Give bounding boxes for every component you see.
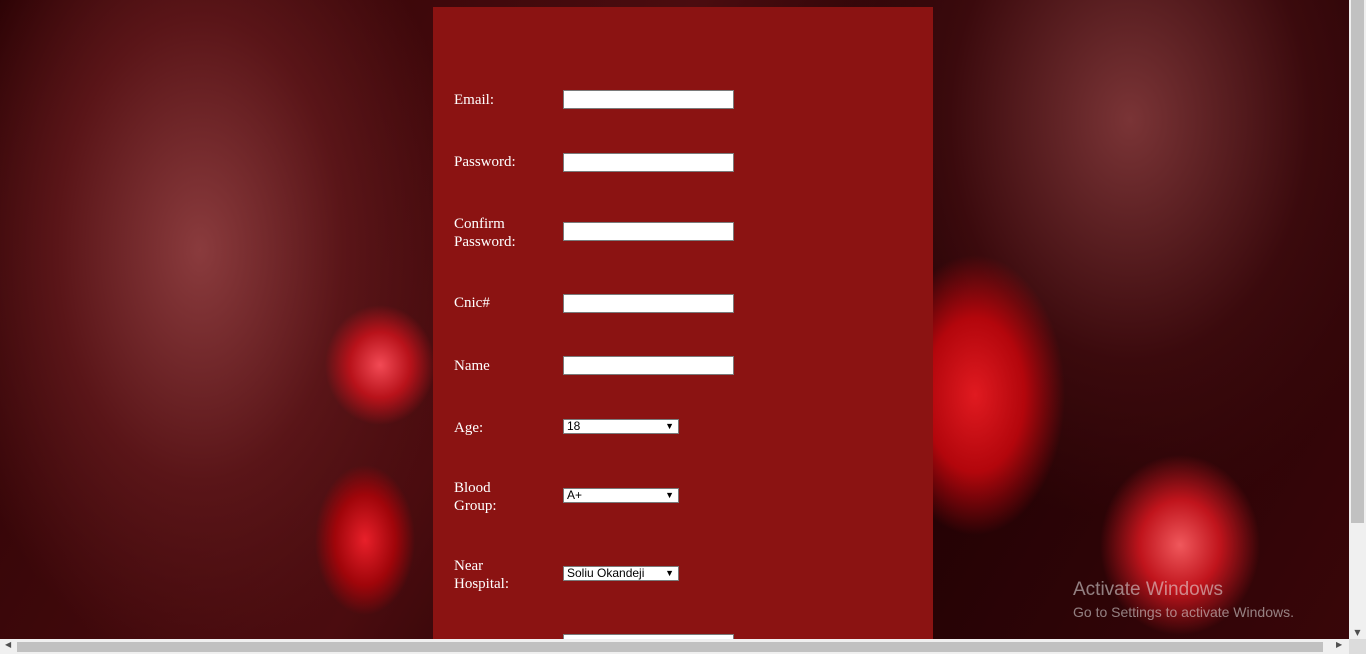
- confirm-password-input[interactable]: [563, 222, 734, 241]
- watermark-title: Activate Windows: [1073, 579, 1223, 600]
- blood-group-select[interactable]: A+ ▼: [563, 488, 679, 503]
- hospital-label-line1: Near: [454, 558, 484, 574]
- vertical-scrollbar[interactable]: ▼: [1349, 0, 1366, 639]
- hospital-label: Near Hospital:: [454, 557, 554, 593]
- password-label: Password:: [454, 154, 516, 170]
- vertical-scrollbar-thumb[interactable]: [1351, 0, 1364, 523]
- scroll-down-arrow-icon[interactable]: ▼: [1349, 628, 1366, 637]
- blood-group-label-line1: Blood: [454, 480, 491, 496]
- blood-group-select-value: A+: [567, 488, 583, 502]
- dropdown-arrow-icon: ▼: [665, 421, 674, 431]
- scrollbar-corner: [1349, 639, 1366, 654]
- blood-group-label-line2: Group:: [454, 498, 497, 514]
- dropdown-arrow-icon: ▼: [665, 568, 674, 578]
- name-label: Name: [454, 358, 490, 374]
- scroll-left-arrow-icon[interactable]: ◀: [5, 640, 11, 649]
- cnic-input[interactable]: [563, 294, 734, 313]
- registration-form-panel: Email: Password: Confirm Password: Cnic#…: [433, 7, 933, 653]
- activate-windows-watermark: Activate Windows Go to Settings to activ…: [1073, 579, 1294, 621]
- hospital-label-line2: Hospital:: [454, 576, 509, 592]
- dropdown-arrow-icon: ▼: [665, 490, 674, 500]
- age-label: Age:: [454, 420, 484, 436]
- confirm-password-label-line2: Password:: [454, 234, 516, 250]
- cnic-label: Cnic#: [454, 295, 490, 311]
- horizontal-scrollbar[interactable]: ◀ ▶: [0, 639, 1349, 654]
- age-select[interactable]: 18 ▼: [563, 419, 679, 434]
- password-input[interactable]: [563, 153, 734, 172]
- watermark-subtitle: Go to Settings to activate Windows.: [1073, 604, 1294, 620]
- blood-group-label: Blood Group:: [454, 479, 554, 515]
- horizontal-scrollbar-thumb[interactable]: [17, 642, 1323, 652]
- scroll-right-arrow-icon[interactable]: ▶: [1336, 640, 1342, 649]
- age-select-value: 18: [567, 419, 581, 433]
- confirm-password-label: Confirm Password:: [454, 215, 554, 251]
- name-input[interactable]: [563, 356, 734, 375]
- hospital-select-value: Soliu Okandeji: [567, 566, 645, 580]
- email-label: Email:: [454, 92, 494, 108]
- email-input[interactable]: [563, 90, 734, 109]
- hospital-select[interactable]: Soliu Okandeji ▼: [563, 566, 679, 581]
- confirm-password-label-line1: Confirm: [454, 216, 505, 232]
